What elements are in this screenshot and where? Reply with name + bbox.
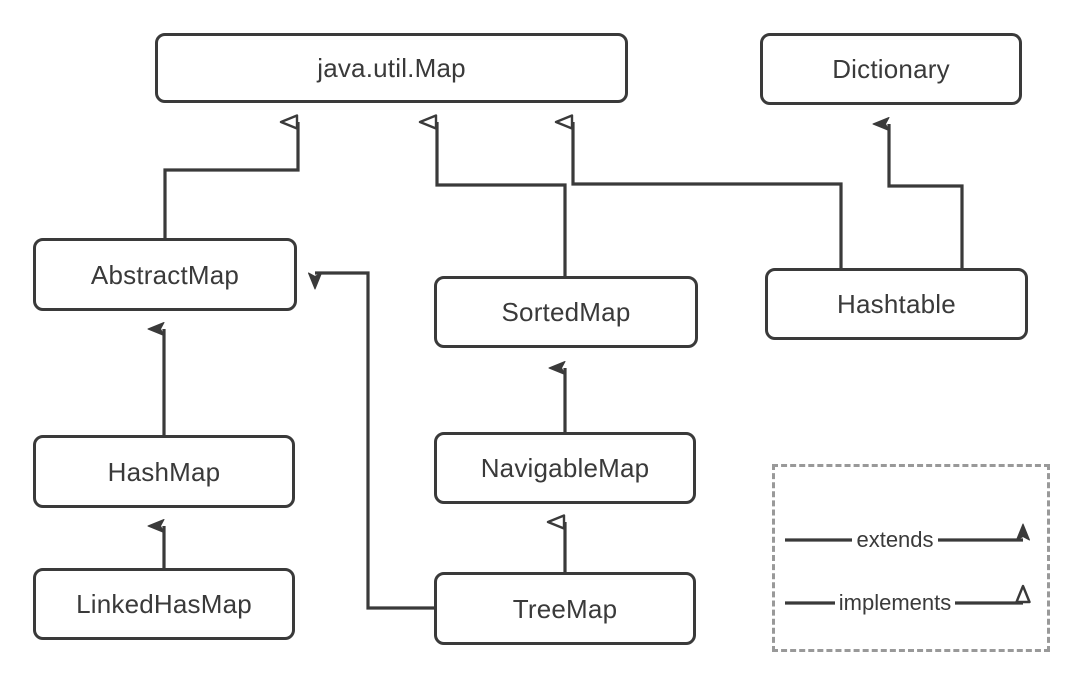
class-node-hashmap[interactable]: HashMap (33, 435, 295, 508)
class-node-label: NavigableMap (480, 453, 650, 483)
uml-class-diagram: java.util.Map Dictionary AbstractMap Sorted… (0, 0, 1088, 676)
legend-label-implements: implements (785, 590, 1005, 615)
class-node-navigablemap[interactable]: NavigableMap (434, 432, 696, 504)
class-node-hashtable[interactable]: Hashtable (765, 268, 1028, 340)
legend-box (772, 464, 1050, 652)
class-node-label: TreeMap (512, 593, 618, 624)
class-node-label: HashMap (107, 456, 221, 487)
class-node-treemap[interactable]: TreeMap (434, 572, 696, 645)
class-node-linkedhasmap[interactable]: LinkedHasMap (33, 568, 295, 640)
class-node-label: SortedMap (501, 297, 631, 327)
class-node-label: Dictionary (832, 54, 950, 84)
class-node-dictionary[interactable]: Dictionary (760, 33, 1022, 105)
edge-treemap-extends-abstractmap (308, 271, 434, 610)
class-node-label: java.util.Map (317, 53, 466, 83)
class-node-map[interactable]: java.util.Map (155, 33, 628, 103)
class-node-abstractmap[interactable]: AbstractMap (33, 238, 297, 311)
edge-sortedmap-implements-map (418, 114, 567, 276)
edge-abstractmap-implements-map (163, 114, 300, 238)
edge-hashtable-extends-dictionary (872, 117, 964, 268)
class-node-sortedmap[interactable]: SortedMap (434, 276, 698, 348)
class-node-label: Hashtable (837, 289, 956, 319)
class-node-label: LinkedHasMap (76, 589, 252, 619)
edge-hashtable-implements-map (554, 114, 843, 268)
legend-label-extends: extends (785, 527, 1005, 552)
class-node-label: AbstractMap (90, 259, 240, 290)
